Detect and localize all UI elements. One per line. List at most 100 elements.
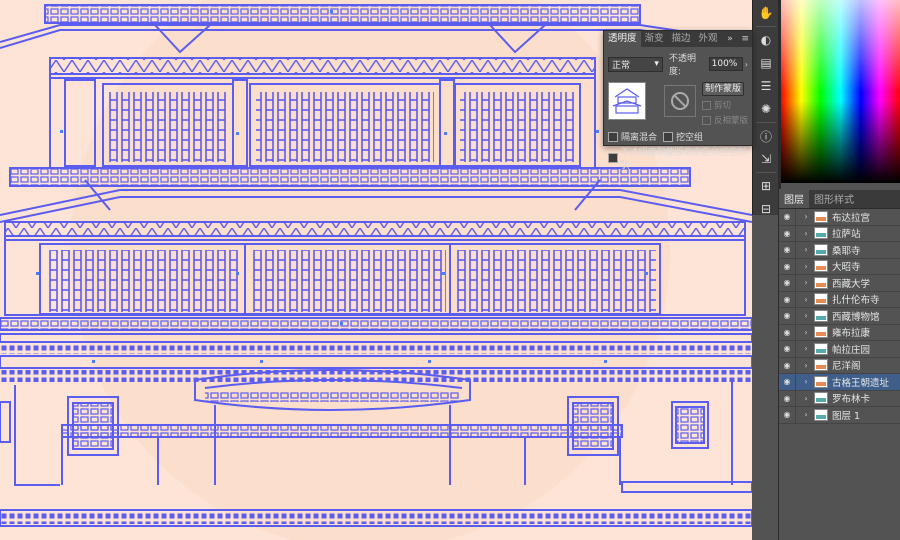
- panel-dock-gap: [752, 215, 778, 540]
- layer-row[interactable]: ◉ › 帕拉庄园: [779, 341, 900, 358]
- layer-name[interactable]: 西藏大学: [832, 276, 870, 290]
- isolate-blending-checkbox[interactable]: [608, 131, 618, 142]
- invert-mask-checkbox[interactable]: 反相蒙版: [702, 114, 748, 126]
- layer-thumbnail: [814, 309, 828, 322]
- tab-appearance[interactable]: 外观: [695, 31, 722, 47]
- layer-thumbnail: [814, 276, 828, 289]
- isolate-blending-label: 隔离混合: [621, 133, 658, 143]
- chevron-right-icon[interactable]: ›: [802, 229, 810, 238]
- layer-name[interactable]: 古格王朝遗址: [832, 375, 889, 389]
- layer-name[interactable]: 尼洋阁: [832, 358, 861, 372]
- brightness-icon[interactable]: ✺: [755, 99, 777, 119]
- eye-icon[interactable]: ◉: [779, 344, 795, 353]
- layer-row[interactable]: ◉ › 扎什伦布寺: [779, 291, 900, 308]
- stroke-panel-icon[interactable]: ☰: [755, 76, 777, 96]
- opacity-label: 不透明度:: [668, 54, 696, 77]
- eye-icon[interactable]: ◉: [779, 212, 795, 221]
- layer-name[interactable]: 大昭寺: [832, 259, 861, 273]
- blend-mode-select[interactable]: 正常 ▾: [608, 56, 663, 72]
- layer-row[interactable]: ◉ › 大昭寺: [779, 258, 900, 275]
- panel-icon-strip: ✋ ◐ ▤ ☰ ✺ ⓘ ⇲ ⊞ ⊟ ⧉: [752, 0, 779, 239]
- color-spectrum[interactable]: [781, 0, 900, 183]
- layer-list: ◉ › 布达拉宫 ◉ › 拉萨站 ◉ › 桑耶寺 ◉ › 大昭寺 ◉ › 西藏大…: [779, 209, 900, 424]
- layer-name[interactable]: 罗布林卡: [832, 391, 870, 405]
- layer-thumbnail: [814, 392, 828, 405]
- tab-gradient[interactable]: 渐变: [641, 31, 668, 47]
- knockout-group-checkbox[interactable]: [663, 131, 674, 142]
- layer-row[interactable]: ◉ › 尼洋阁: [779, 357, 900, 374]
- chevron-right-icon[interactable]: ›: [802, 344, 810, 353]
- puppet-warp-icon[interactable]: ✋: [755, 3, 777, 23]
- opacity-mask-slot[interactable]: [664, 85, 696, 117]
- layer-thumbnail: [814, 359, 828, 372]
- chevron-right-icon[interactable]: ›: [802, 212, 810, 221]
- chevron-right-icon[interactable]: ›: [802, 262, 810, 271]
- clip-label: 剪切: [714, 101, 732, 111]
- layer-name[interactable]: 桑耶寺: [832, 243, 861, 257]
- eye-icon[interactable]: ◉: [779, 278, 795, 287]
- gradient-panel-icon[interactable]: ▤: [755, 53, 777, 73]
- eye-icon[interactable]: ◉: [779, 229, 795, 238]
- collapse-icon[interactable]: »: [724, 34, 736, 44]
- chevron-right-icon[interactable]: ›: [802, 311, 810, 320]
- layer-name[interactable]: 图层 1: [832, 408, 860, 422]
- object-thumbnail[interactable]: [608, 82, 646, 120]
- chevron-right-icon[interactable]: ›: [802, 295, 810, 304]
- layer-row[interactable]: ◉ › 图层 1: [779, 407, 900, 424]
- appearance-icon[interactable]: ◐: [755, 30, 777, 50]
- eye-icon[interactable]: ◉: [779, 262, 795, 271]
- layer-row[interactable]: ◉ › 西藏博物馆: [779, 308, 900, 325]
- eye-icon[interactable]: ◉: [779, 410, 795, 419]
- chevron-right-icon[interactable]: ›: [802, 328, 810, 337]
- eye-icon[interactable]: ◉: [779, 295, 795, 304]
- transparency-panel: 透明度 渐变 描边 外观 » ≡ 正常 ▾ 不透明度: 100% › 制作蒙版 …: [603, 30, 753, 171]
- eye-icon[interactable]: ◉: [779, 245, 795, 254]
- chevron-right-icon[interactable]: ›: [745, 60, 748, 69]
- eye-icon[interactable]: ◉: [779, 328, 795, 337]
- no-symbol-icon: [671, 92, 689, 110]
- layer-thumbnail: [814, 326, 828, 339]
- building-thumbnail-icon: [612, 88, 642, 114]
- eye-icon[interactable]: ◉: [779, 361, 795, 370]
- chevron-right-icon[interactable]: ›: [802, 410, 810, 419]
- chevron-right-icon[interactable]: ›: [802, 361, 810, 370]
- layer-row[interactable]: ◉ › 布达拉宫: [779, 209, 900, 226]
- make-mask-button[interactable]: 制作蒙版: [702, 82, 744, 96]
- eye-icon[interactable]: ◉: [779, 377, 795, 386]
- clip-checkbox[interactable]: 剪切: [702, 99, 748, 111]
- tab-layers[interactable]: 图层: [779, 189, 809, 208]
- chevron-right-icon[interactable]: ›: [802, 278, 810, 287]
- layer-name[interactable]: 拉萨站: [832, 226, 861, 240]
- eye-icon[interactable]: ◉: [779, 394, 795, 403]
- layer-row-selected[interactable]: ◉ › 古格王朝遗址: [779, 374, 900, 391]
- layer-name[interactable]: 布达拉宫: [832, 210, 870, 224]
- export-icon[interactable]: ⇲: [755, 149, 777, 169]
- opacity-mask-knockout-checkbox[interactable]: [608, 153, 618, 163]
- layers-panel-tabs: 图层 图形样式: [779, 189, 900, 209]
- chevron-right-icon[interactable]: ›: [802, 245, 810, 254]
- layers-panel-footer: [779, 528, 900, 540]
- layer-name[interactable]: 雍布拉康: [832, 325, 870, 339]
- opacity-mask-knockout-label: 不透明度和蒙版用来定义挖空形状: [620, 148, 747, 171]
- chevron-down-icon: ▾: [654, 59, 659, 69]
- panel-menu-icon[interactable]: ≡: [738, 34, 752, 44]
- layer-name[interactable]: 帕拉庄园: [832, 342, 870, 356]
- layer-row[interactable]: ◉ › 拉萨站: [779, 225, 900, 242]
- layer-thumbnail: [814, 342, 828, 355]
- eye-icon[interactable]: ◉: [779, 311, 795, 320]
- tab-stroke[interactable]: 描边: [668, 31, 695, 47]
- layer-name[interactable]: 西藏博物馆: [832, 309, 880, 323]
- layer-thumbnail: [814, 260, 828, 273]
- chevron-right-icon[interactable]: ›: [802, 394, 810, 403]
- layer-name[interactable]: 扎什伦布寺: [832, 292, 880, 306]
- layer-row[interactable]: ◉ › 雍布拉康: [779, 324, 900, 341]
- info-icon[interactable]: ⓘ: [755, 126, 777, 146]
- tab-transparency[interactable]: 透明度: [604, 31, 641, 47]
- opacity-input[interactable]: 100%: [708, 57, 743, 71]
- layer-row[interactable]: ◉ › 罗布林卡: [779, 390, 900, 407]
- chevron-right-icon[interactable]: ›: [802, 377, 810, 386]
- tab-graphic-styles[interactable]: 图形样式: [809, 189, 859, 208]
- layer-row[interactable]: ◉ › 西藏大学: [779, 275, 900, 292]
- layer-row[interactable]: ◉ › 桑耶寺: [779, 242, 900, 259]
- transform-icon[interactable]: ⊞: [755, 176, 777, 196]
